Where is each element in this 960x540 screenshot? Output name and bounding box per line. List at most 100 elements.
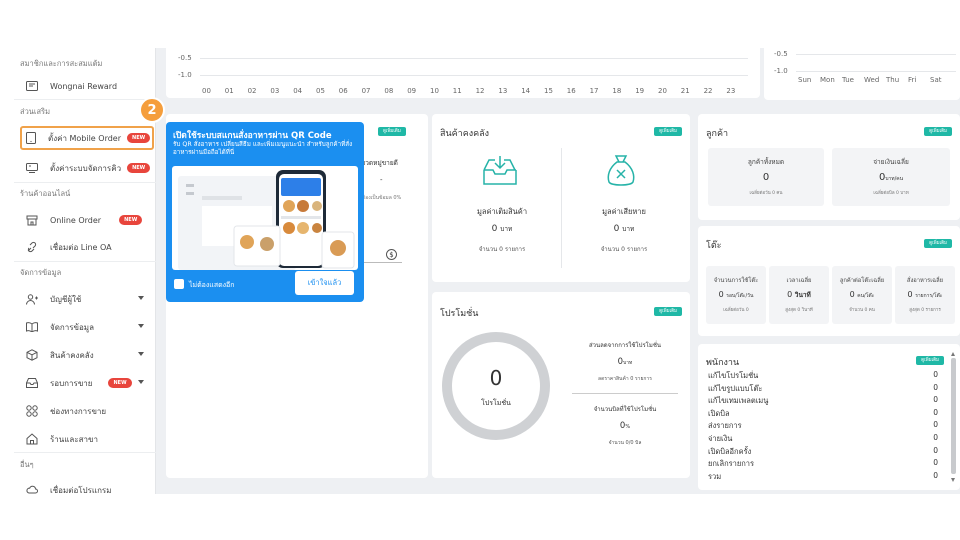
hourly-chart-card: -0.5 -1.0 00 01 02 03 04 05 06 07 08 09 10 11 12 13 14… xyxy=(166,48,760,98)
queue-icon xyxy=(26,162,38,174)
hour-tick-label: 06 xyxy=(338,87,348,95)
day-tick-label: Tue xyxy=(842,76,854,84)
sidebar-item-integrations[interactable]: เชื่อมต่อโปรแกรม xyxy=(20,479,150,494)
staff-row-value: 0 xyxy=(933,407,938,417)
inventory-card: สินค้าคงคลัง ดูเพิ่มเติม มูลค่าเติมสินค้… xyxy=(432,114,690,282)
staff-row-value: 0 xyxy=(933,458,938,468)
section-members: สมาชิกและการสะสมแต้ม xyxy=(20,59,103,68)
stat-table-usage: จำนวนการใช้โต๊ะ 0 รอบ/โต๊ะ/วัน เฉลี่ยต่อ… xyxy=(706,266,766,324)
damaged-bag-icon xyxy=(604,150,638,192)
new-badge: NEW xyxy=(119,215,143,225)
table-card: โต๊ะ ดูเพิ่มเติม จำนวนการใช้โต๊ะ 0 รอบ/โ… xyxy=(698,226,960,336)
stat-total-customers: ลูกค้าทั้งหมด 0 เฉลี่ยต่อวัน 0 คน xyxy=(708,148,824,206)
store-icon xyxy=(26,214,38,226)
staff-row-value: 0 xyxy=(933,433,938,442)
sidebar-item-users[interactable]: บัญชีผู้ใช้ xyxy=(20,288,150,310)
see-more-button[interactable]: ดูเพิ่มเติม xyxy=(378,127,406,136)
sidebar-item-branches[interactable]: ร้านและสาขา xyxy=(20,428,150,450)
hour-tick-label: 07 xyxy=(361,87,371,95)
section-online-store: ร้านค้าออนไลน์ xyxy=(20,189,71,198)
staff-row-label: แก้ไขเทมเพลตเมนู xyxy=(708,396,769,406)
dollar-icon: $ xyxy=(386,249,397,260)
popup-title: เปิดใช้ระบบสแกนสั่งอาหารผ่าน QR Code xyxy=(173,131,332,141)
sidebar-item-online-order[interactable]: Online Order NEW xyxy=(20,209,150,231)
dont-show-checkbox[interactable] xyxy=(174,279,184,289)
popup-illustration xyxy=(172,166,358,270)
chevron-down-icon[interactable] xyxy=(138,324,144,328)
sidebar-item-channels[interactable]: ช่องทางการขาย xyxy=(20,400,150,422)
weekly-chart-card: -0.5 -1.0 Sun Mon Tue Wed Thu Fri Sat xyxy=(764,48,960,100)
hour-tick-label: 14 xyxy=(521,87,531,95)
new-badge: NEW xyxy=(108,378,132,388)
day-tick-label: Sun xyxy=(798,76,812,84)
hour-tick-label: 02 xyxy=(247,87,257,95)
day-tick-label: Wed xyxy=(864,76,880,84)
book-icon xyxy=(26,321,38,333)
scrollbar[interactable] xyxy=(951,352,956,482)
stat-customers-per-table: ลูกค้าต่อโต๊ะเฉลี่ย 0 คน/โต๊ะ จำนวน 0 คน xyxy=(832,266,892,324)
hour-tick-label: 15 xyxy=(544,87,553,95)
section-data: จัดการข้อมูล xyxy=(20,268,62,277)
hour-tick-label: 21 xyxy=(680,87,690,95)
see-more-button[interactable]: ดูเพิ่มเติม xyxy=(924,127,952,136)
stat-orders-per-table: สั่งอาหารเฉลี่ย 0 รายการ/โต๊ะ สูงสุด 0 ร… xyxy=(895,266,955,324)
cloud-link-icon xyxy=(26,484,38,494)
stat-average-time: เวลาเฉลี่ย 0 วินาที สูงสุด 0 วินาที xyxy=(769,266,829,324)
see-more-button[interactable]: ดูเพิ่มเติม xyxy=(654,127,682,136)
hour-tick-label: 00 xyxy=(202,87,211,95)
staff-row-label: รวม xyxy=(708,471,722,481)
staff-row-value: 0 xyxy=(933,445,938,455)
step-marker: 2 xyxy=(139,97,165,123)
section-addons: ส่วนเสริม xyxy=(20,107,51,116)
see-more-button[interactable]: ดูเพิ่มเติม xyxy=(924,239,952,248)
hour-tick-label: 19 xyxy=(635,87,645,95)
hour-tick-label: 18 xyxy=(612,87,622,95)
sidebar-item-sales-round[interactable]: รอบการขาย NEW xyxy=(20,372,150,394)
hour-tick-label: 22 xyxy=(703,87,713,95)
hour-tick-label: 04 xyxy=(293,87,303,95)
dont-show-label: ไม่ต้องแสดงอีก xyxy=(189,281,235,289)
box-icon xyxy=(26,349,38,361)
staff-row-label: ส่งรายการ xyxy=(708,421,742,431)
hour-tick-label: 10 xyxy=(430,87,439,95)
staff-title: พนักงาน xyxy=(706,358,740,368)
home-icon xyxy=(26,433,38,445)
staff-row-label: เปิดบิลอีกครั้ง xyxy=(708,446,752,456)
hour-tick-label: 01 xyxy=(224,87,234,95)
sidebar-item-line-oa[interactable]: เชื่อมต่อ Line OA xyxy=(20,236,150,258)
chevron-down-icon[interactable] xyxy=(138,380,144,384)
sidebar-item-queue-setting[interactable]: ตั้งค่าระบบจัดการคิว NEW xyxy=(20,157,151,179)
mobile-order-illustration xyxy=(178,170,355,270)
new-badge: NEW xyxy=(127,163,151,173)
understood-button[interactable]: เข้าใจแล้ว xyxy=(295,271,354,295)
promotion-card: โปรโมชั่น ดูเพิ่มเติม 0 โปรโมชั่น ส่วนลด… xyxy=(432,292,690,478)
scrollbar-thumb[interactable] xyxy=(951,358,956,474)
sidebar-item-wongnai-reward[interactable]: Wongnai Reward xyxy=(20,75,150,97)
staff-card: พนักงาน ดูเพิ่มเติม แก้ไขโปรโมชั่น 0 แก้ไข… xyxy=(698,344,960,490)
inbox-icon xyxy=(26,377,38,389)
scroll-up-icon[interactable] xyxy=(951,352,955,356)
hour-tick-label: 13 xyxy=(498,87,508,95)
customer-title: ลูกค้า xyxy=(706,129,729,139)
sidebar: สมาชิกและการสะสมแต้ม Wongnai Reward ส่วน… xyxy=(14,48,156,494)
hour-tick-label: 23 xyxy=(726,87,736,95)
hour-tick-label: 08 xyxy=(384,87,394,95)
customer-card: ลูกค้า ดูเพิ่มเติม ลูกค้าทั้งหมด 0 เฉลี่… xyxy=(698,114,960,220)
sidebar-item-inventory[interactable]: สินค้าคงคลัง xyxy=(20,344,150,366)
day-tick-label: Thu xyxy=(886,76,900,84)
chevron-down-icon[interactable] xyxy=(138,296,144,300)
scroll-down-icon[interactable] xyxy=(951,478,955,482)
link-icon xyxy=(26,241,38,253)
chevron-down-icon[interactable] xyxy=(138,352,144,356)
see-more-button[interactable]: ดูเพิ่มเติม xyxy=(916,356,944,365)
hour-tick-label: 17 xyxy=(589,87,599,95)
stat-average-payment: จ่ายเงินเฉลี่ย 0บาท/คน เฉลี่ยต่อบิล 0 บา… xyxy=(832,148,950,206)
staff-row-label: ยกเลิกรายการ xyxy=(708,459,755,469)
popup-subtitle: รับ QR สั่งอาหาร เปลี่ยนสีธีม และเพิ่มเม… xyxy=(173,141,353,156)
staff-row-value: 0 xyxy=(933,420,938,430)
dashboard-app: สมาชิกและการสะสมแต้ม Wongnai Reward ส่วน… xyxy=(14,48,960,494)
staff-row-label: แก้ไขรูปแบบโต๊ะ xyxy=(708,383,763,393)
hour-tick-label: 09 xyxy=(407,87,417,95)
sidebar-item-manage-data[interactable]: จัดการข้อมูล xyxy=(20,316,150,338)
see-more-button[interactable]: ดูเพิ่มเติม xyxy=(654,307,682,316)
